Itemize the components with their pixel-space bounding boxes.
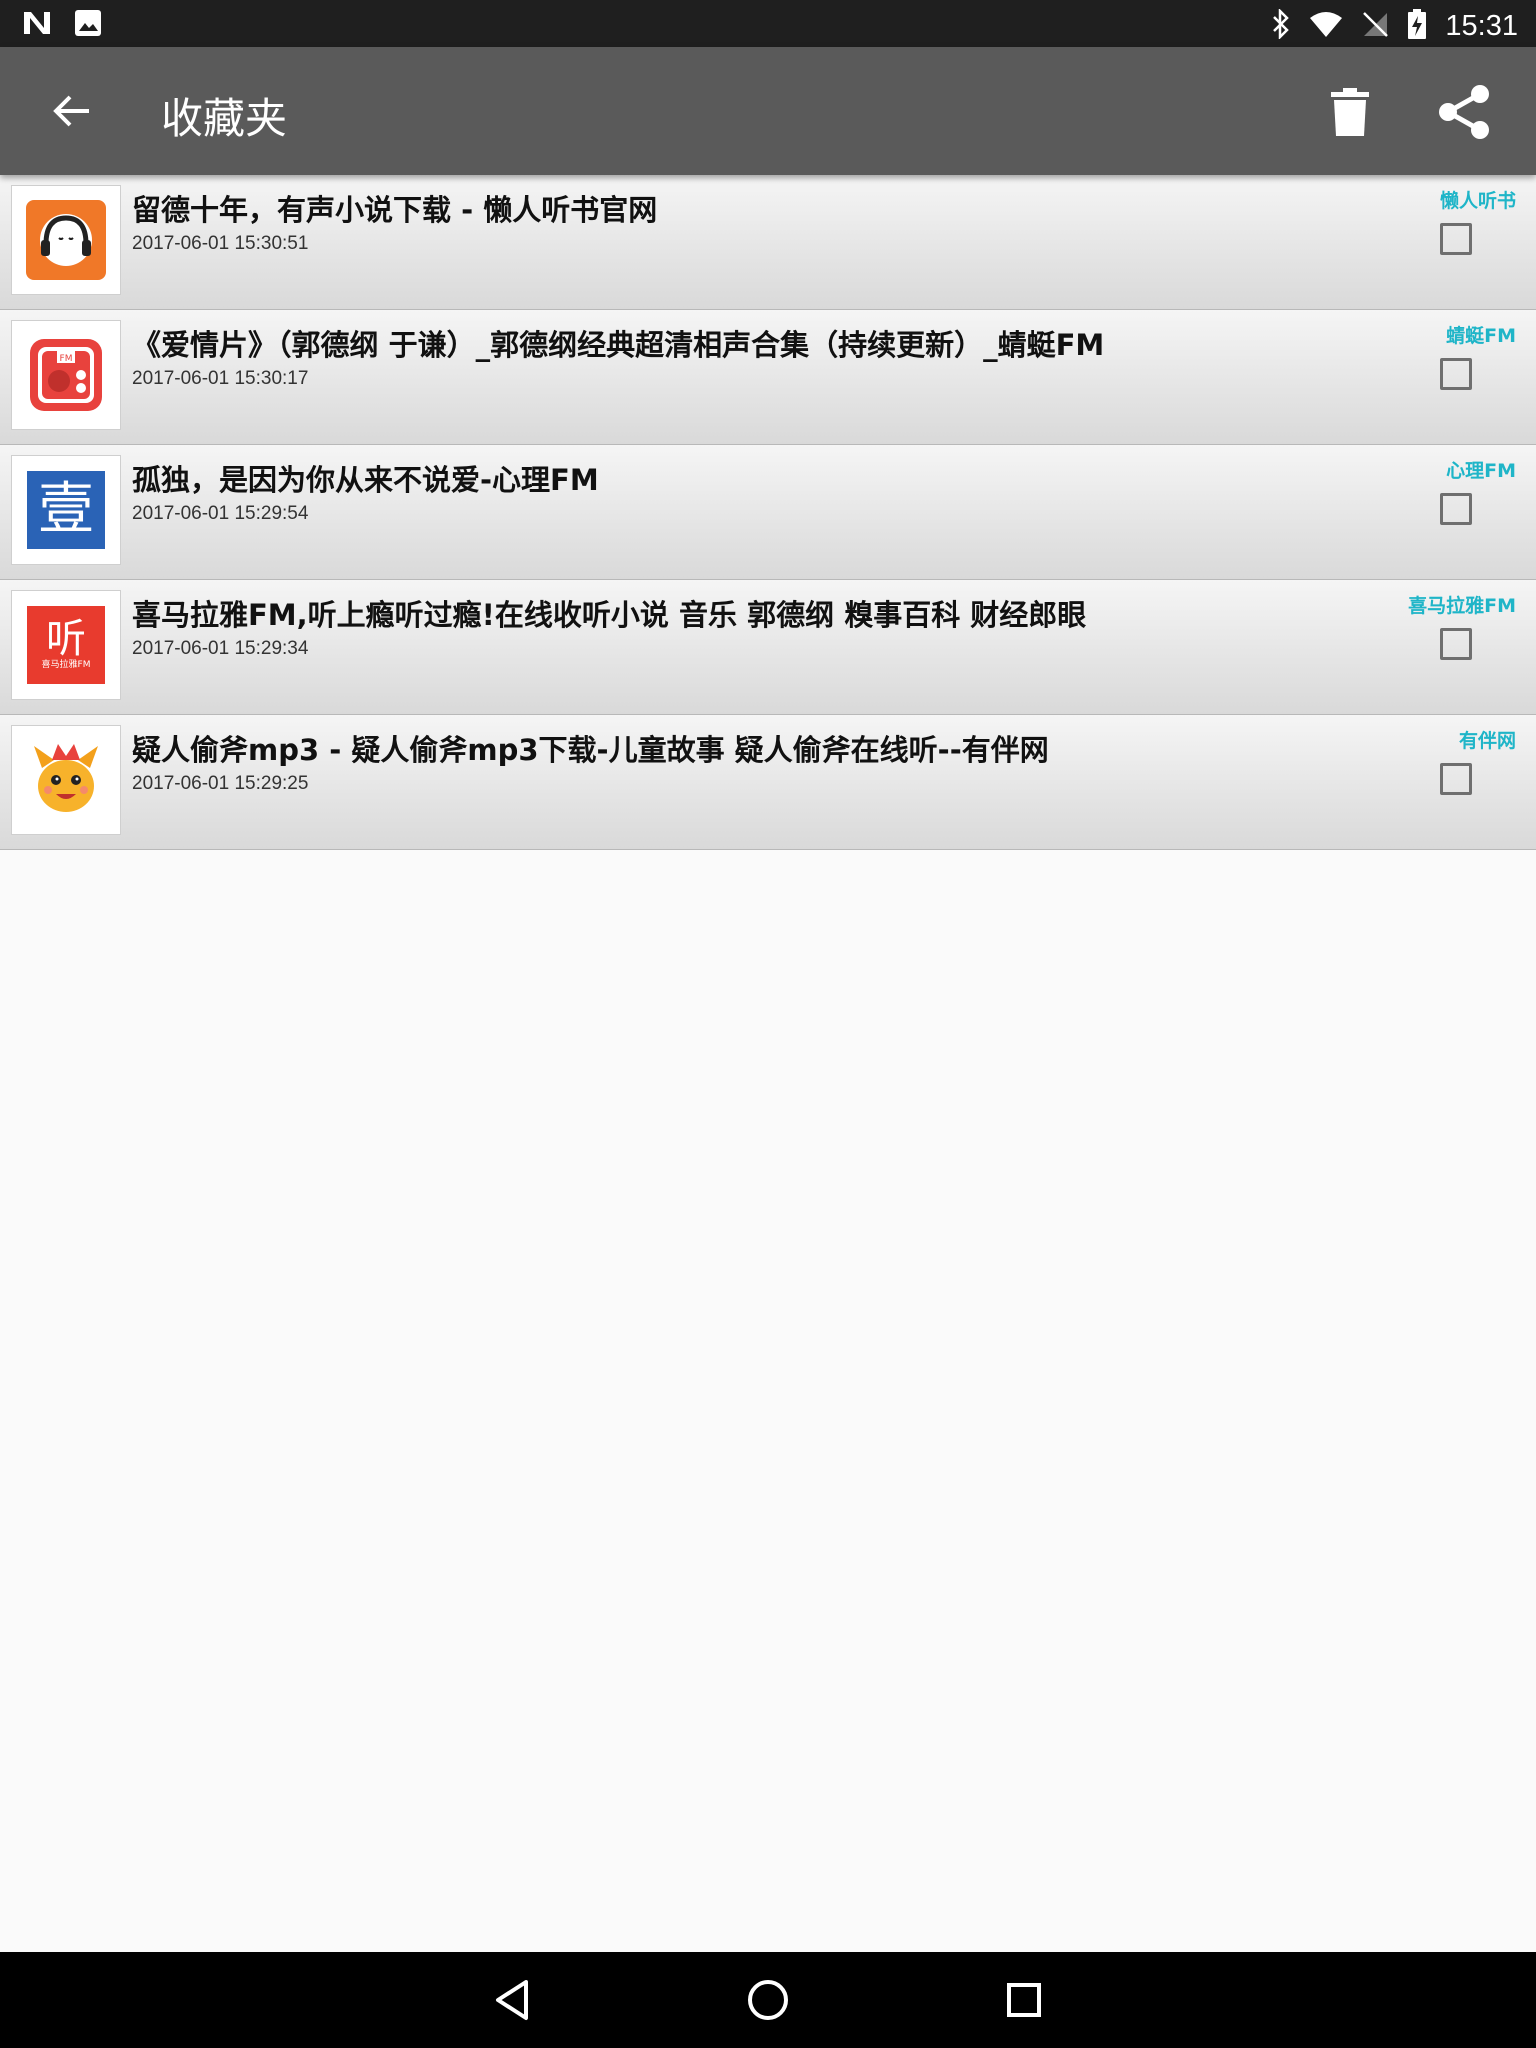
bluetooth-icon [1271, 7, 1291, 43]
item-timestamp: 2017-06-01 15:30:51 [132, 233, 309, 254]
status-time: 15:31 [1445, 9, 1518, 42]
back-button[interactable] [36, 83, 108, 139]
xinli-yi-icon: 壹 [27, 471, 105, 549]
site-thumbnail [11, 725, 121, 835]
no-sim-icon [1361, 10, 1389, 42]
list-item[interactable]: 壹 孤独，是因为你从来不说爱-心理FM 2017-06-01 15:29:54 … [0, 445, 1536, 580]
site-thumbnail: FM [11, 320, 121, 430]
share-icon [1439, 85, 1489, 139]
item-title: 留德十年，有声小说下载 - 懒人听书官网 [132, 193, 658, 227]
delete-button[interactable] [1310, 79, 1390, 145]
list-item[interactable]: 听 喜马拉雅FM 喜马拉雅FM,听上瘾听过瘾!在线收听小说 音乐 郭德纲 糗事百… [0, 580, 1536, 715]
item-checkbox[interactable] [1440, 628, 1472, 660]
item-timestamp: 2017-06-01 15:29:25 [132, 773, 309, 794]
list-item[interactable]: 留德十年，有声小说下载 - 懒人听书官网 2017-06-01 15:30:51… [0, 175, 1536, 310]
nav-home-button[interactable] [738, 1970, 798, 2030]
back-triangle-icon [496, 1980, 528, 2020]
item-timestamp: 2017-06-01 15:30:17 [132, 368, 309, 389]
item-source: 蜻蜓FM [1446, 325, 1516, 347]
back-arrow-icon [53, 95, 89, 127]
item-source: 喜马拉雅FM [1408, 595, 1516, 617]
site-thumbnail: 壹 [11, 455, 121, 565]
item-source: 懒人听书 [1439, 190, 1516, 212]
xinli-glyph: 壹 [38, 477, 94, 542]
nav-recents-button[interactable] [994, 1970, 1054, 2030]
lanren-headphones-icon [26, 200, 106, 280]
app-bar: 收藏夹 [0, 47, 1536, 175]
ximalaya-caption: 喜马拉雅FM [41, 659, 91, 670]
site-thumbnail [11, 185, 121, 295]
item-title: 疑人偷斧mp3 - 疑人偷斧mp3下载-儿童故事 疑人偷斧在线听--有伴网 [132, 733, 1049, 767]
item-source: 心理FM [1446, 460, 1516, 482]
share-button[interactable] [1420, 79, 1506, 145]
item-checkbox[interactable] [1440, 763, 1472, 795]
list-item[interactable]: 疑人偷斧mp3 - 疑人偷斧mp3下载-儿童故事 疑人偷斧在线听--有伴网 20… [0, 715, 1536, 850]
status-bar: 15:31 [0, 0, 1536, 47]
item-checkbox[interactable] [1440, 358, 1472, 390]
item-title: 《爱情片》（郭德纲 于谦）_郭德纲经典超清相声合集（持续更新）_蜻蜓FM [132, 328, 1105, 362]
page-title: 收藏夹 [161, 94, 288, 143]
recents-square-icon [1007, 1983, 1041, 2017]
svg-text:FM: FM [60, 354, 73, 364]
favorites-list: 留德十年，有声小说下载 - 懒人听书官网 2017-06-01 15:30:51… [0, 175, 1536, 850]
ximalaya-ting-icon: 听 喜马拉雅FM [27, 606, 105, 684]
battery-charging-icon [1407, 8, 1427, 44]
qingting-radio-icon: FM [30, 339, 102, 411]
system-nav-bar [0, 1952, 1536, 2048]
youban-dragon-icon [34, 744, 98, 812]
n-notification-icon [22, 10, 52, 40]
item-title: 孤独，是因为你从来不说爱-心理FM [132, 463, 599, 497]
list-item[interactable]: FM 《爱情片》（郭德纲 于谦）_郭德纲经典超清相声合集（持续更新）_蜻蜓FM … [0, 310, 1536, 445]
home-circle-icon [748, 1980, 788, 2020]
trash-icon [1331, 88, 1369, 136]
item-timestamp: 2017-06-01 15:29:54 [132, 503, 309, 524]
item-checkbox[interactable] [1440, 493, 1472, 525]
site-thumbnail: 听 喜马拉雅FM [11, 590, 121, 700]
wifi-icon [1309, 10, 1343, 42]
nav-back-button[interactable] [482, 1970, 542, 2030]
item-checkbox[interactable] [1440, 223, 1472, 255]
item-source: 有伴网 [1458, 730, 1516, 752]
ximalaya-glyph: 听 [46, 615, 86, 662]
item-title: 喜马拉雅FM,听上瘾听过瘾!在线收听小说 音乐 郭德纲 糗事百科 财经郎眼 [132, 598, 1087, 632]
item-timestamp: 2017-06-01 15:29:34 [132, 638, 309, 659]
image-notification-icon [74, 9, 102, 41]
